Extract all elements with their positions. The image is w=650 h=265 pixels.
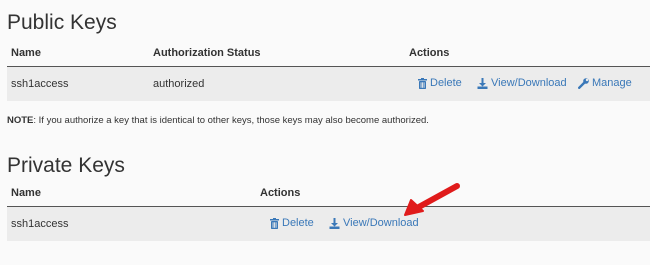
- column-header-name: Name: [11, 47, 41, 59]
- delete-label: Delete: [282, 217, 314, 229]
- table-row: ssh1access Delete View/Download: [7, 207, 650, 241]
- red-arrow-icon: [404, 183, 460, 216]
- column-header-actions: Actions: [409, 47, 450, 59]
- key-name: ssh1access: [11, 78, 69, 90]
- download-icon: [477, 77, 488, 89]
- trash-icon: [418, 77, 427, 89]
- note-text: NOTE: If you authorize a key that is ide…: [7, 115, 429, 126]
- column-header-authorization-status: Authorization Status: [153, 47, 261, 59]
- manage-button[interactable]: Manage: [578, 77, 632, 89]
- private-keys-title: Private Keys: [7, 154, 125, 177]
- wrench-icon: [578, 77, 589, 89]
- trash-icon: [270, 217, 279, 229]
- delete-button[interactable]: Delete: [418, 77, 462, 89]
- note-label: NOTE: [7, 115, 34, 126]
- note-body: : If you authorize a key that is identic…: [33, 115, 429, 126]
- private-keys-table-header: Name Actions: [7, 180, 650, 207]
- authorization-status: authorized: [153, 78, 205, 90]
- delete-button[interactable]: Delete: [270, 217, 314, 229]
- download-icon: [329, 217, 340, 229]
- delete-label: Delete: [430, 77, 462, 89]
- view-download-label: View/Download: [491, 77, 567, 89]
- public-keys-table-header: Name Authorization Status Actions: [7, 40, 650, 67]
- manage-label: Manage: [592, 77, 632, 89]
- table-row: ssh1access authorized Delete View/Downlo…: [7, 67, 650, 101]
- key-name: ssh1access: [11, 218, 69, 230]
- public-keys-title: Public Keys: [7, 11, 117, 34]
- column-header-actions: Actions: [260, 187, 301, 199]
- view-download-button[interactable]: View/Download: [477, 77, 567, 89]
- column-header-name: Name: [11, 187, 41, 199]
